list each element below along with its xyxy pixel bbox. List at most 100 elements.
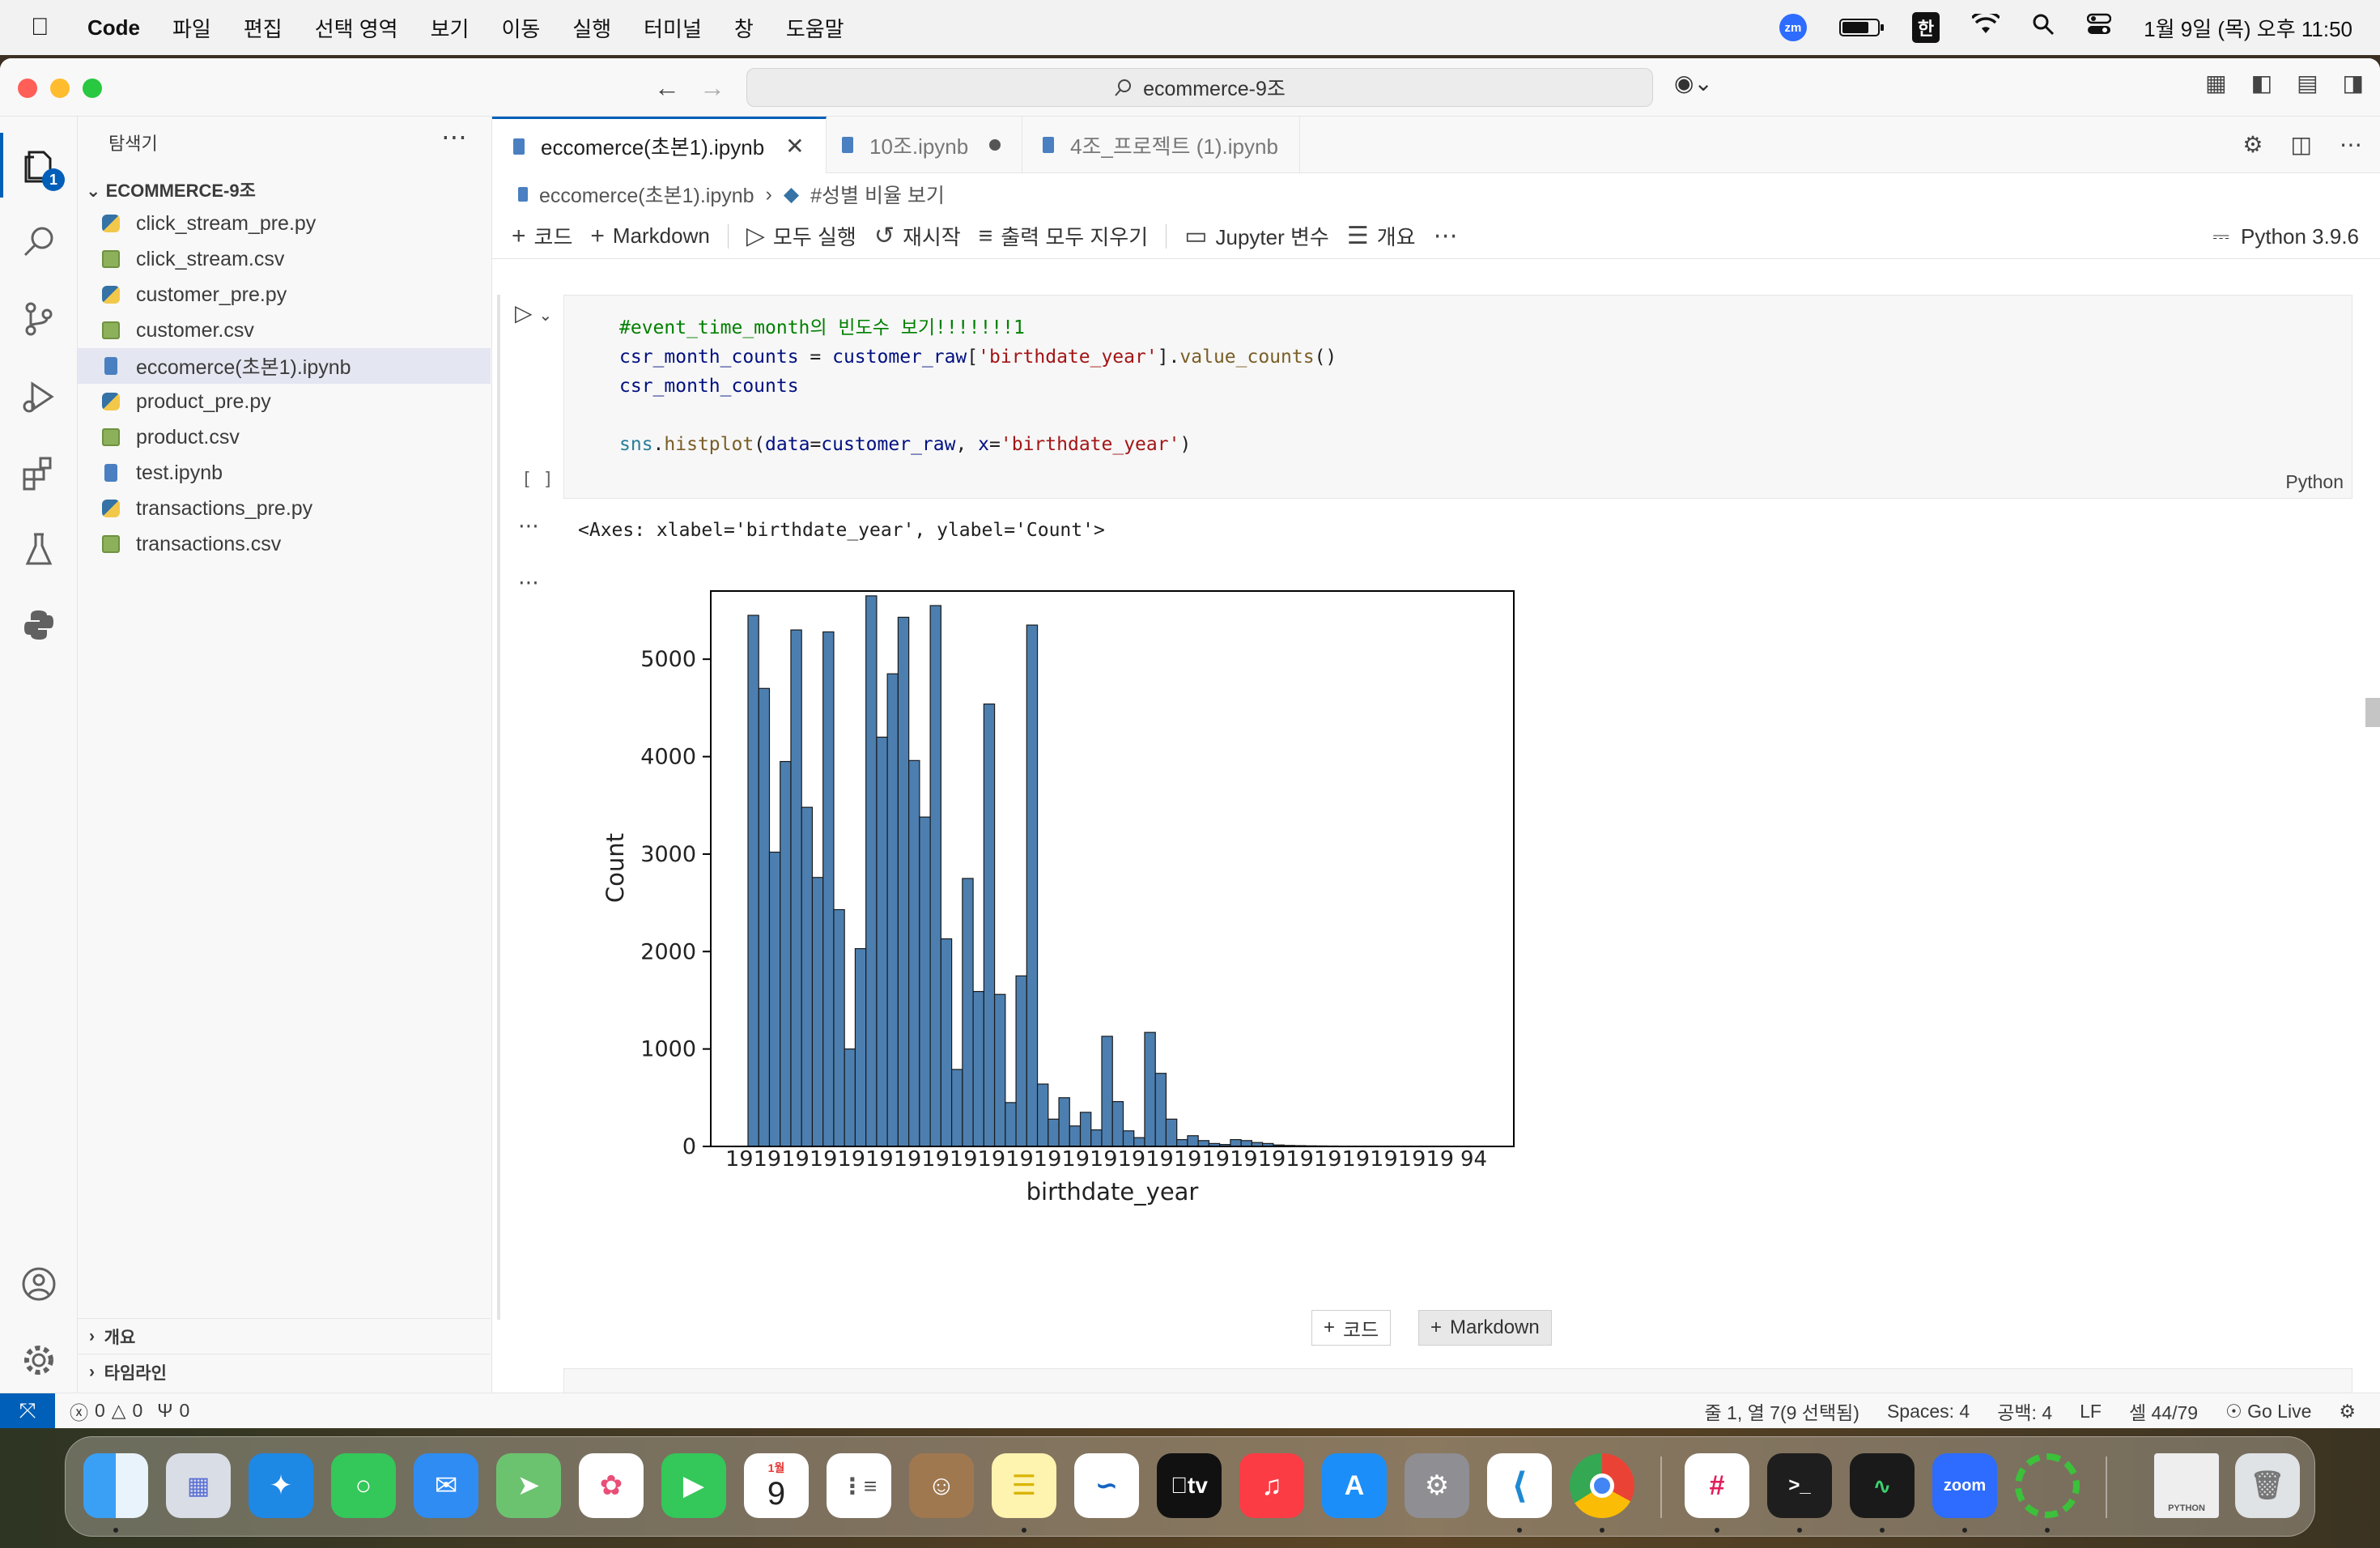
outline-button[interactable]: ☰ 개요 — [1347, 221, 1416, 251]
menubar-clock[interactable]: 1월 9일 (목) 오후 11:50 — [2144, 13, 2352, 43]
add-markdown-below-button[interactable]: + Markdown — [1418, 1310, 1552, 1346]
tab-ecommerce-notebook[interactable]: eccomerce(초본1).ipynb ✕ — [492, 117, 827, 173]
search-view-icon[interactable] — [0, 209, 78, 274]
file-transactions-csv[interactable]: transactions.csv — [78, 526, 491, 562]
explorer-icon[interactable]: 1 — [0, 133, 78, 198]
customize-layout-icon[interactable]: ▦ — [2205, 70, 2226, 96]
zoom-status-icon[interactable]: zm — [1779, 14, 1807, 41]
command-center-search[interactable]: ecommerce-9조 — [746, 68, 1653, 107]
unsaved-dot-icon[interactable] — [989, 139, 1001, 151]
menu-run[interactable]: 실행 — [572, 13, 611, 43]
add-code-cell-button[interactable]: + 코드 — [512, 221, 572, 251]
chrome-icon[interactable] — [1570, 1453, 1634, 1518]
control-center-icon[interactable] — [2086, 13, 2112, 42]
cursor-position[interactable]: 줄 1, 열 7(9 선택됨) — [1704, 1397, 1859, 1425]
music-icon[interactable]: ♫ — [1239, 1453, 1304, 1518]
run-debug-icon[interactable] — [0, 364, 78, 429]
activity-monitor-icon[interactable]: ∿ — [1850, 1453, 1915, 1518]
testing-flask-icon[interactable] — [0, 517, 78, 581]
workspace-folder[interactable]: ⌄ ECOMMERCE-9조 — [86, 176, 256, 202]
file-test-notebook[interactable]: test.ipynb — [78, 455, 491, 491]
breadcrumb-file[interactable]: eccomerce(초본1).ipynb — [539, 180, 754, 209]
source-control-icon[interactable] — [0, 287, 78, 351]
file-click-stream-pre-py[interactable]: click_stream_pre.py — [78, 206, 491, 241]
copilot-icon[interactable]: ◉⌄ — [1674, 70, 1713, 96]
window-minimize-button[interactable] — [50, 79, 70, 98]
messages-icon[interactable]: ○ — [331, 1453, 396, 1518]
slack-icon[interactable]: # — [1685, 1453, 1749, 1518]
file-customer-csv[interactable]: customer.csv — [78, 313, 491, 348]
end-of-line[interactable]: LF — [2080, 1401, 2102, 1423]
battery-icon[interactable] — [1838, 19, 1884, 36]
forward-arrow-icon[interactable]: → — [699, 73, 725, 103]
run-cell-icon[interactable]: ▷ ⌄ — [515, 300, 552, 326]
loading-app-icon[interactable] — [2015, 1453, 2080, 1518]
menu-terminal[interactable]: 터미널 — [644, 13, 702, 43]
notebook-settings-gear-icon[interactable]: ⚙ — [2242, 131, 2263, 158]
more-actions-icon[interactable]: ⋯ — [441, 121, 467, 152]
remote-indicator-icon[interactable]: ⤧ — [0, 1393, 55, 1428]
freeform-icon[interactable]: ∽ — [1074, 1453, 1139, 1518]
kernel-picker[interactable]: ⎓ Python 3.9.6 — [2212, 214, 2359, 259]
indent-spaces[interactable]: Spaces: 4 — [1887, 1401, 1970, 1423]
code-cell-editor[interactable]: #event_time_month의 빈도수 보기!!!!!!!1 csr_mo… — [563, 295, 2352, 499]
vscode-icon[interactable]: ⟨ — [1487, 1453, 1552, 1518]
code-content[interactable]: #event_time_month의 빈도수 보기!!!!!!!1 csr_mo… — [619, 313, 1337, 459]
extensions-icon[interactable] — [0, 440, 78, 505]
wifi-icon[interactable] — [1970, 11, 2001, 41]
outline-section[interactable]: › 개요 — [78, 1318, 491, 1354]
notifications-bell-icon[interactable]: ⚙ — [2339, 1401, 2356, 1423]
tab-4jo-project-notebook[interactable]: 4조_프로젝트 (1).ipynb — [1022, 117, 1300, 173]
trash-icon[interactable]: 🗑 — [2235, 1453, 2300, 1518]
terminal-icon[interactable]: >_ — [1767, 1453, 1832, 1518]
file-ecommerce-notebook[interactable]: eccomerce(초본1).ipynb — [78, 348, 491, 384]
python-extension-icon[interactable] — [0, 593, 78, 657]
run-all-button[interactable]: ▷ 모두 실행 — [746, 221, 856, 251]
split-editor-icon[interactable]: ◫ — [2291, 131, 2312, 158]
close-tab-icon[interactable]: ✕ — [785, 133, 804, 159]
more-actions-icon[interactable]: ⋯ — [2340, 131, 2362, 158]
output-more-icon[interactable]: ⋯ — [518, 570, 539, 595]
output-more-icon[interactable]: ⋯ — [518, 513, 539, 538]
maps-icon[interactable]: ➤ — [496, 1453, 561, 1518]
launchpad-icon[interactable]: ▦ — [166, 1453, 231, 1518]
file-product-pre-py[interactable]: product_pre.py — [78, 384, 491, 419]
spotlight-search-icon[interactable] — [2032, 13, 2055, 42]
manage-gear-icon[interactable] — [0, 1328, 78, 1393]
facetime-icon[interactable]: ▶ — [661, 1453, 726, 1518]
window-close-button[interactable] — [18, 79, 37, 98]
breadcrumb-section[interactable]: #성별 비율 보기 — [810, 180, 945, 209]
account-icon[interactable] — [0, 1252, 78, 1316]
reminders-icon[interactable]: ⋮≡ — [827, 1453, 891, 1518]
file-customer-pre-py[interactable]: customer_pre.py — [78, 277, 491, 313]
toggle-panel-icon[interactable]: ▤ — [2297, 70, 2318, 96]
toggle-secondary-sidebar-icon[interactable]: ◨ — [2343, 70, 2364, 96]
file-product-csv[interactable]: product.csv — [78, 419, 491, 455]
timeline-section[interactable]: › 타임라인 — [78, 1354, 491, 1389]
toggle-primary-sidebar-icon[interactable]: ◧ — [2251, 70, 2272, 96]
tab-size[interactable]: 공백: 4 — [1997, 1397, 2052, 1425]
notes-icon[interactable]: ☰ — [992, 1453, 1056, 1518]
system-settings-icon[interactable]: ⚙ — [1405, 1453, 1469, 1518]
go-live-button[interactable]: ☉ Go Live — [2225, 1401, 2311, 1423]
back-arrow-icon[interactable]: ← — [654, 73, 680, 103]
menu-app-name[interactable]: Code — [87, 15, 140, 40]
python-file-icon[interactable]: PYTHON — [2154, 1453, 2219, 1518]
clear-outputs-button[interactable]: ≡ 출력 모두 지우기 — [979, 221, 1148, 251]
calendar-icon[interactable]: 1월 9 — [744, 1453, 809, 1518]
more-toolbar-icon[interactable]: ⋯ — [1434, 222, 1458, 250]
editor-scrollbar[interactable] — [2365, 698, 2380, 727]
menu-go[interactable]: 이동 — [501, 13, 540, 43]
contacts-icon[interactable]: ☺ — [909, 1453, 974, 1518]
finder-icon[interactable] — [83, 1453, 148, 1518]
menu-file[interactable]: 파일 — [172, 13, 211, 43]
menu-help[interactable]: 도움말 — [786, 13, 844, 43]
zoom-app-icon[interactable]: zoom — [1932, 1453, 1997, 1518]
restart-button[interactable]: ↺ 재시작 — [874, 221, 961, 251]
window-maximize-button[interactable] — [83, 79, 102, 98]
file-click-stream-csv[interactable]: click_stream.csv — [78, 241, 491, 277]
menu-edit[interactable]: 편집 — [244, 13, 283, 43]
file-transactions-pre-py[interactable]: transactions_pre.py — [78, 491, 491, 526]
cell-language[interactable]: Python — [2285, 471, 2344, 493]
apple-icon[interactable]:  — [31, 14, 63, 41]
